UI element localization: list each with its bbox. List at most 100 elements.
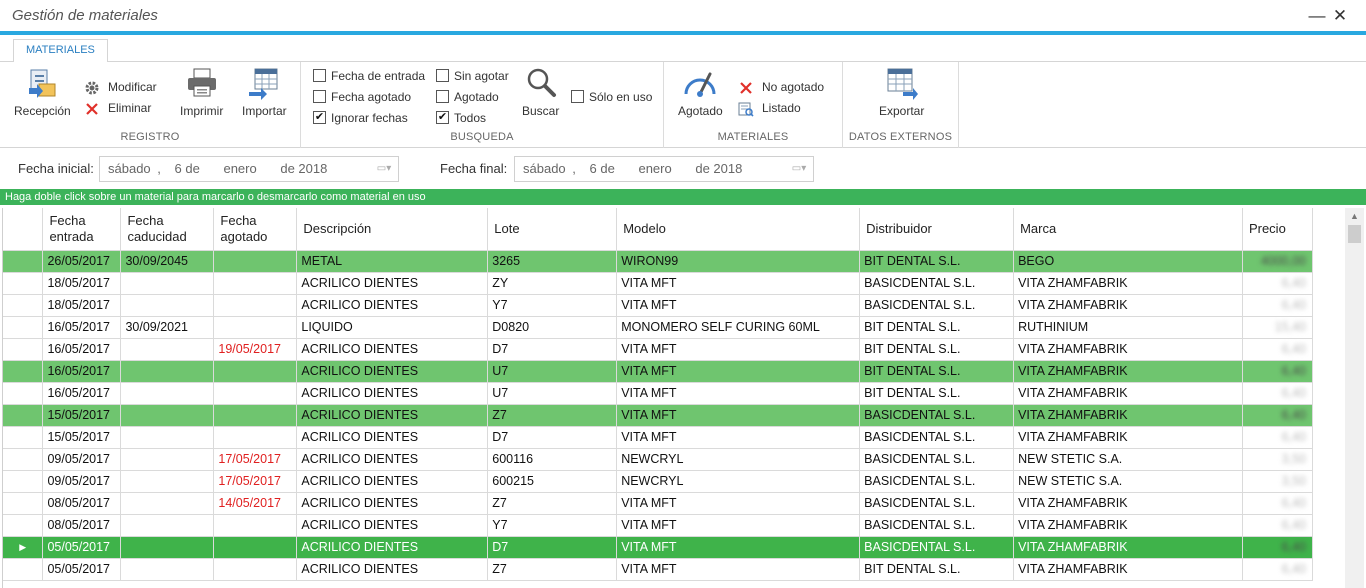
minimize-button[interactable]: —: [1306, 5, 1328, 27]
price-value: 6,40: [1281, 408, 1306, 422]
cell-marca: VITA ZHAMFABRIK: [1013, 492, 1243, 515]
col-label: caducidad: [127, 228, 187, 244]
group-materiales: Agotado No agotado Listado MATERIALES: [664, 62, 843, 148]
agotado-button[interactable]: Agotado: [678, 66, 723, 118]
ignorar-fechas-checkbox[interactable]: ✔ Ignorar fechas: [313, 109, 408, 127]
cell-precio: 15,40: [1242, 316, 1313, 339]
listado-button[interactable]: Listado: [738, 99, 801, 117]
row-selector[interactable]: [3, 492, 44, 515]
row-selector[interactable]: [3, 382, 44, 405]
date-weekday: sábado: [523, 161, 566, 176]
col-descripcion[interactable]: Descripción: [296, 208, 489, 251]
col-precio[interactable]: Precio: [1242, 208, 1313, 251]
col-modelo[interactable]: Modelo: [616, 208, 861, 251]
table-row[interactable]: ▶ 05/05/2017 ACRILICO DIENTES D7 VITA MFT BAS…: [3, 536, 1313, 559]
tab-materiales[interactable]: MATERIALES: [13, 39, 108, 63]
todos-checkbox[interactable]: ✔ Todos: [436, 109, 486, 127]
row-selector[interactable]: [3, 426, 44, 449]
row-selector[interactable]: [3, 514, 44, 537]
cell-distribuidor: BIT DENTAL S.L.: [859, 316, 1015, 339]
row-selector[interactable]: ▶: [3, 536, 44, 559]
table-row[interactable]: 09/05/2017 17/05/2017 ACRILICO DIENTES 6001…: [3, 448, 1313, 471]
col-fecha-caducidad[interactable]: Fecha caducidad: [120, 208, 215, 251]
materials-grid: Fecha entrada Fecha caducidad Fecha agotado…: [2, 208, 1313, 588]
eliminar-label: Eliminar: [108, 101, 152, 115]
table-row[interactable]: 18/05/2017 ACRILICO DIENTES ZY VITA MFT BASI…: [3, 272, 1313, 295]
table-row[interactable]: 05/05/2017 ACRILICO DIENTES Z7 VITA MFT BIT …: [3, 558, 1313, 581]
reception-icon: [25, 66, 59, 100]
col-distribuidor[interactable]: Distribuidor: [859, 208, 1015, 251]
search-icon: [524, 66, 558, 100]
imprimir-button[interactable]: Imprimir: [180, 66, 223, 118]
cell-modelo: VITA MFT: [616, 294, 861, 317]
table-row[interactable]: 08/05/2017 ACRILICO DIENTES Y7 VITA MFT BASI…: [3, 514, 1313, 537]
cell-lote: 3265: [487, 250, 618, 273]
agotado-checkbox[interactable]: Agotado: [436, 88, 499, 106]
calendar-dropdown-icon[interactable]: ▭▾: [787, 161, 811, 177]
close-button[interactable]: ✕: [1329, 5, 1351, 27]
col-fecha-entrada[interactable]: Fecha entrada: [42, 208, 122, 251]
checkbox-box: [436, 69, 449, 83]
calendar-dropdown-icon[interactable]: ▭▾: [372, 161, 396, 177]
col-marca[interactable]: Marca: [1013, 208, 1243, 251]
table-row[interactable]: 16/05/2017 30/09/2021 LIQUIDO D0820 MONOMERO…: [3, 316, 1313, 339]
cell-modelo: MONOMERO SELF CURING 60ML: [616, 316, 861, 339]
cell-precio: 6,40: [1242, 360, 1313, 383]
agotado-filter-label: Agotado: [454, 90, 499, 104]
no-agotado-button[interactable]: No agotado: [738, 78, 824, 96]
row-selector[interactable]: [3, 316, 44, 339]
checkbox-box: ✔: [313, 111, 326, 125]
price-value: 6,40: [1281, 364, 1306, 378]
fecha-entrada-checkbox[interactable]: Fecha de entrada: [313, 67, 425, 85]
cell-fecha-caducidad: [120, 492, 215, 515]
row-selector[interactable]: [3, 404, 44, 427]
table-row[interactable]: 18/05/2017 ACRILICO DIENTES Y7 VITA MFT BASI…: [3, 294, 1313, 317]
fecha-inicial-picker[interactable]: sábado , 6 de enero de 2018 ▭▾: [99, 156, 399, 182]
importar-button[interactable]: Importar: [242, 66, 287, 118]
vertical-scrollbar[interactable]: ▲: [1345, 208, 1364, 588]
recepcion-button[interactable]: Recepción: [14, 66, 71, 118]
eliminar-button[interactable]: Eliminar: [84, 99, 151, 117]
modificar-button[interactable]: Modificar: [84, 78, 157, 96]
cell-lote: Z7: [487, 404, 618, 427]
cell-precio: 4000,00: [1242, 250, 1313, 273]
table-row[interactable]: 26/05/2017 30/09/2045 METAL 3265 WIRON99 BIT …: [3, 250, 1313, 273]
table-row[interactable]: 08/05/2017 14/05/2017 ACRILICO DIENTES Z7 VI…: [3, 492, 1313, 515]
table-row[interactable]: 16/05/2017 ACRILICO DIENTES U7 VITA MFT BIT …: [3, 382, 1313, 405]
fecha-agotado-checkbox[interactable]: Fecha agotado: [313, 88, 411, 106]
col-label: Fecha: [127, 212, 164, 228]
fecha-final-picker[interactable]: sábado , 6 de enero de 2018 ▭▾: [514, 156, 814, 182]
table-row[interactable]: 15/05/2017 ACRILICO DIENTES Z7 VITA MFT BASI…: [3, 404, 1313, 427]
sin-agotar-checkbox[interactable]: Sin agotar: [436, 67, 509, 85]
buscar-button[interactable]: Buscar: [522, 66, 559, 118]
cell-precio: 6,40: [1242, 272, 1313, 295]
row-selector[interactable]: [3, 294, 44, 317]
scroll-up-arrow-icon[interactable]: ▲: [1345, 208, 1364, 225]
table-row[interactable]: 16/05/2017 19/05/2017 ACRILICO DIENTES D7 VI…: [3, 338, 1313, 361]
group-label-busqueda: BUSQUEDA: [450, 131, 514, 143]
col-lote[interactable]: Lote: [487, 208, 618, 251]
group-label-registro: REGISTRO: [120, 131, 180, 143]
row-selector[interactable]: [3, 360, 44, 383]
row-selector[interactable]: [3, 558, 44, 581]
row-selector[interactable]: [3, 448, 44, 471]
table-row[interactable]: 16/05/2017 ACRILICO DIENTES U7 VITA MFT BIT …: [3, 360, 1313, 383]
table-row[interactable]: 15/05/2017 ACRILICO DIENTES D7 VITA MFT BASI…: [3, 426, 1313, 449]
ribbon-tabs: MATERIALES: [0, 35, 1366, 63]
ignorar-fechas-label: Ignorar fechas: [331, 111, 408, 125]
cell-fecha-agotado: [213, 294, 298, 317]
col-fecha-agotado[interactable]: Fecha agotado: [213, 208, 298, 251]
row-selector-header: [3, 208, 44, 251]
cell-marca: VITA ZHAMFABRIK: [1013, 536, 1243, 559]
grid-body: 26/05/2017 30/09/2045 METAL 3265 WIRON99 BIT …: [3, 250, 1313, 581]
row-selector[interactable]: [3, 338, 44, 361]
exportar-button[interactable]: Exportar: [879, 66, 924, 118]
price-value: 3,50: [1281, 474, 1306, 488]
cell-fecha-entrada: 18/05/2017: [42, 294, 122, 317]
scroll-thumb[interactable]: [1348, 225, 1361, 243]
row-selector[interactable]: [3, 250, 44, 273]
table-row[interactable]: 09/05/2017 17/05/2017 ACRILICO DIENTES 6002…: [3, 470, 1313, 493]
row-selector[interactable]: [3, 272, 44, 295]
solo-en-uso-checkbox[interactable]: Sólo en uso: [571, 88, 652, 106]
row-selector[interactable]: [3, 470, 44, 493]
